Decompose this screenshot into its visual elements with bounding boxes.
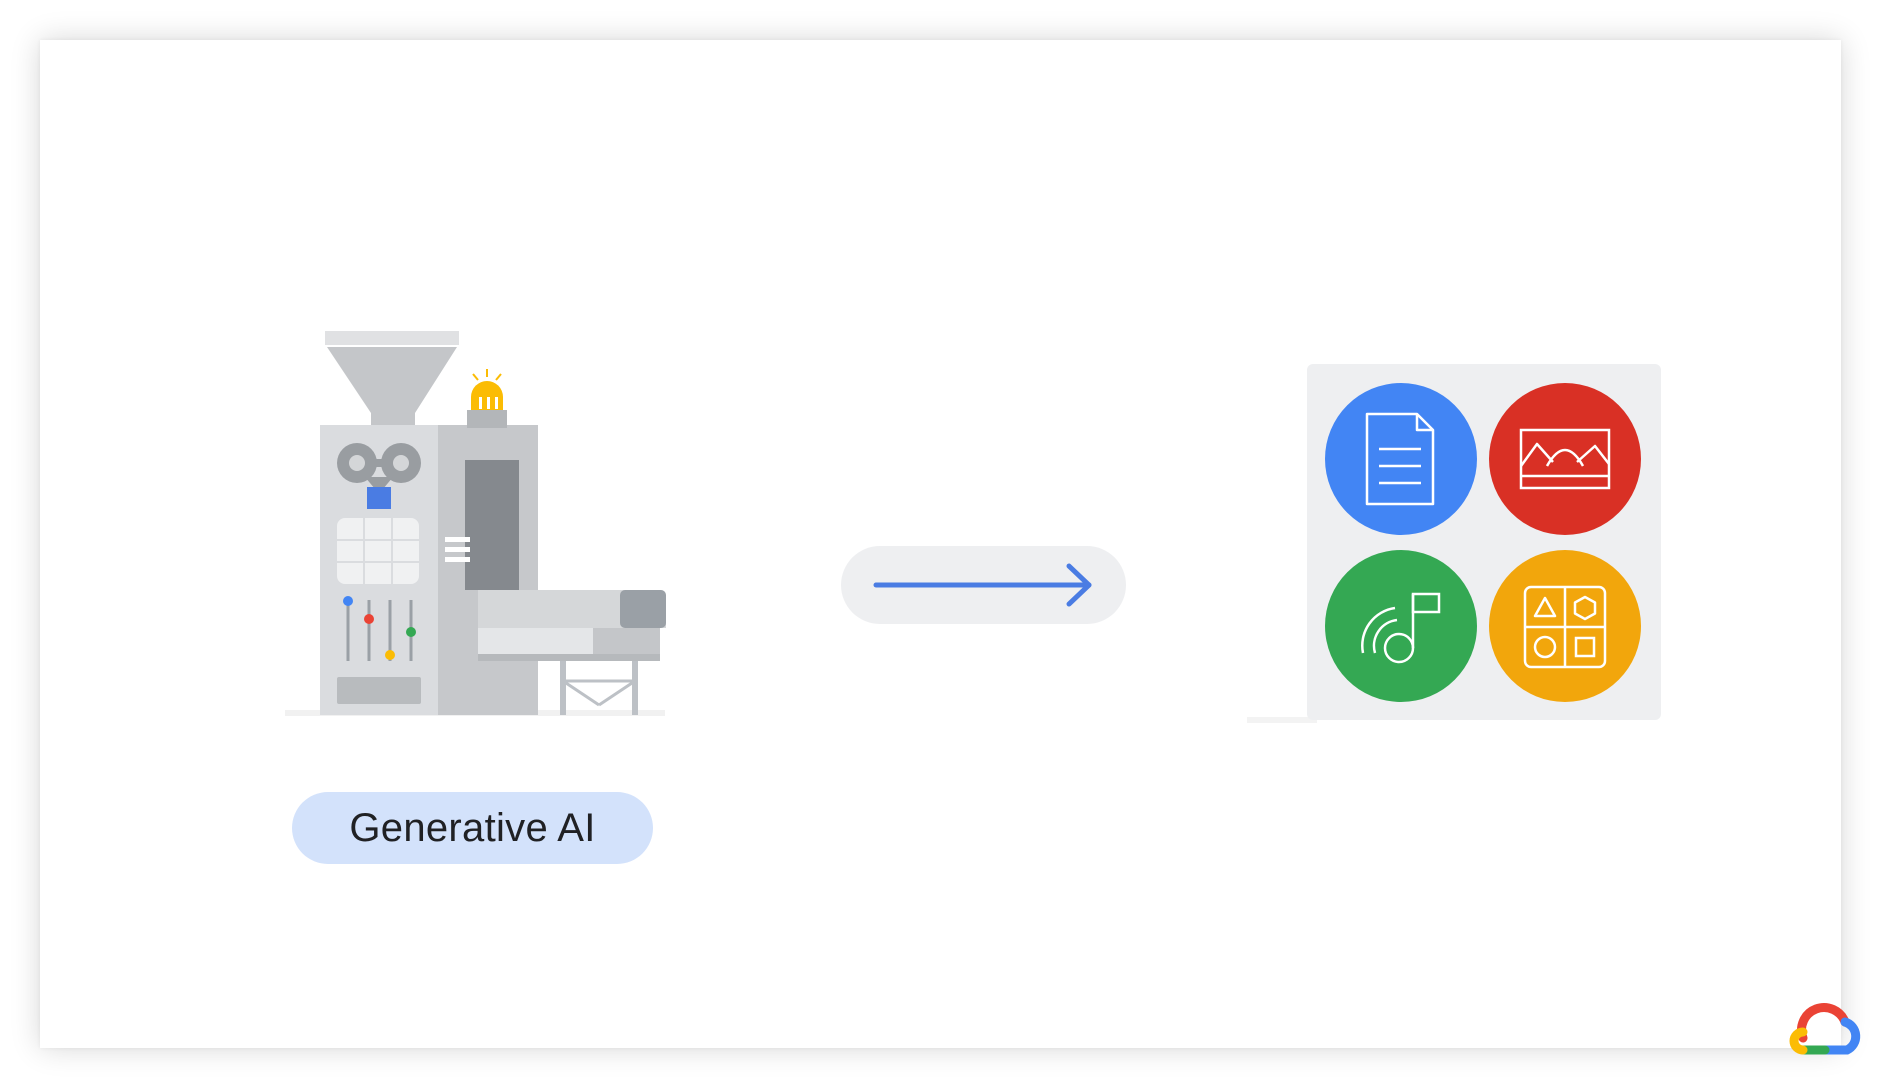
generative-ai-machine-icon	[285, 331, 666, 716]
arrow-right-icon	[841, 546, 1126, 624]
output-types-panel	[1247, 364, 1661, 723]
shapes-icon	[1489, 550, 1641, 702]
image-icon	[1489, 383, 1641, 535]
generative-ai-label: Generative AI	[292, 792, 653, 864]
music-icon	[1325, 550, 1477, 702]
document-icon	[1325, 383, 1477, 535]
slide: Generative AI	[40, 40, 1861, 1055]
google-cloud-logo	[1789, 1003, 1861, 1055]
